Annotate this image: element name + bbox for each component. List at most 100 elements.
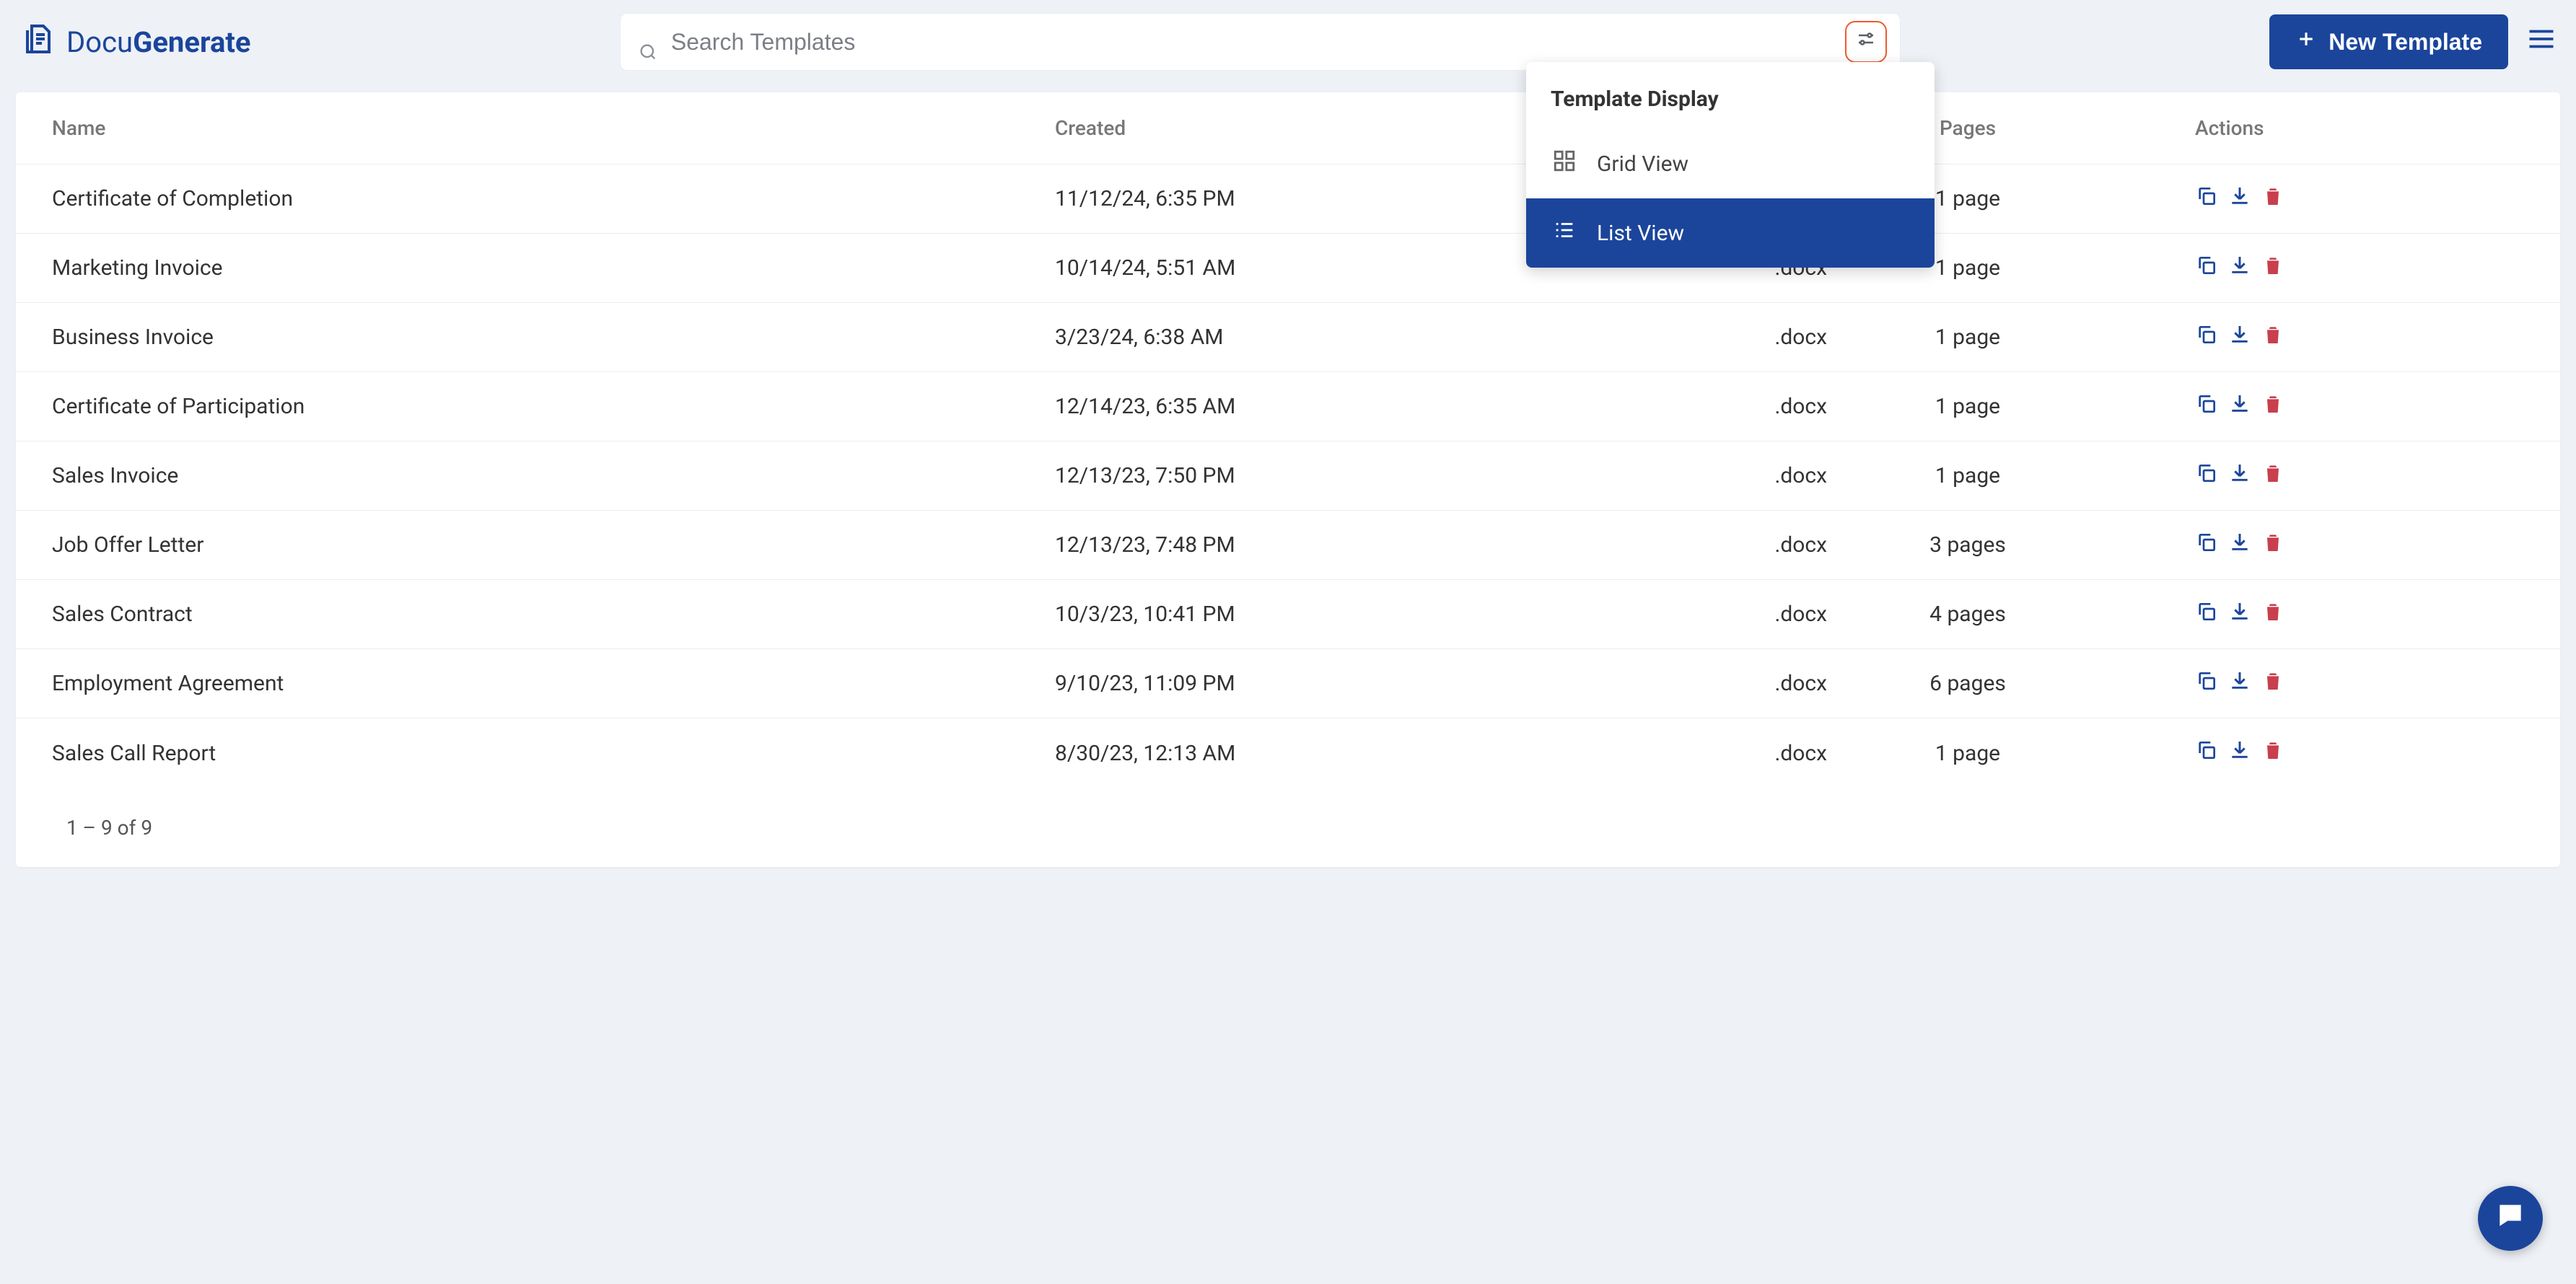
display-popover: Template Display Grid View List View <box>1526 62 1935 268</box>
table-row[interactable]: Sales Call Report 8/30/23, 12:13 AM .doc… <box>16 718 2560 788</box>
row-format: .docx <box>1603 671 1827 696</box>
download-icon <box>2228 323 2251 346</box>
row-name: Sales Contract <box>52 602 1055 627</box>
table-row[interactable]: Job Offer Letter 12/13/23, 7:48 PM .docx… <box>16 511 2560 580</box>
delete-button[interactable] <box>2261 739 2284 768</box>
row-created: 3/23/24, 6:38 AM <box>1055 325 1603 350</box>
download-icon <box>2228 600 2251 623</box>
col-header-actions: Actions <box>2080 116 2524 140</box>
download-button[interactable] <box>2228 185 2251 214</box>
delete-button[interactable] <box>2261 323 2284 352</box>
row-format: .docx <box>1603 741 1827 766</box>
copy-button[interactable] <box>2195 462 2218 491</box>
download-icon <box>2228 531 2251 554</box>
delete-button[interactable] <box>2261 669 2284 698</box>
download-icon <box>2228 739 2251 762</box>
pagination-summary: 1 – 9 of 9 <box>16 788 2560 867</box>
row-actions <box>2080 531 2524 560</box>
table-row[interactable]: Sales Invoice 12/13/23, 7:50 PM .docx 1 … <box>16 441 2560 511</box>
row-pages: 3 pages <box>1827 532 2080 558</box>
brand-logo[interactable]: DocuGenerate <box>14 22 251 62</box>
copy-button[interactable] <box>2195 254 2218 283</box>
delete-button[interactable] <box>2261 531 2284 560</box>
copy-button[interactable] <box>2195 600 2218 629</box>
table-row[interactable]: Sales Contract 10/3/23, 10:41 PM .docx 4… <box>16 580 2560 649</box>
row-created: 12/14/23, 6:35 AM <box>1055 394 1603 419</box>
templates-table: Name Created Pages Actions Certificate o… <box>16 92 2560 867</box>
table-row[interactable]: Employment Agreement 9/10/23, 11:09 PM .… <box>16 649 2560 718</box>
download-button[interactable] <box>2228 254 2251 283</box>
row-pages: 1 page <box>1827 741 2080 766</box>
download-button[interactable] <box>2228 462 2251 491</box>
row-actions <box>2080 185 2524 214</box>
copy-button[interactable] <box>2195 323 2218 352</box>
copy-button[interactable] <box>2195 669 2218 698</box>
table-row[interactable]: Marketing Invoice 10/14/24, 5:51 AM .doc… <box>16 234 2560 303</box>
row-name: Sales Invoice <box>52 463 1055 488</box>
delete-button[interactable] <box>2261 462 2284 491</box>
row-created: 11/12/24, 6:35 PM <box>1055 186 1603 211</box>
chat-launcher[interactable] <box>2478 1186 2543 1251</box>
copy-button[interactable] <box>2195 531 2218 560</box>
download-button[interactable] <box>2228 323 2251 352</box>
download-button[interactable] <box>2228 669 2251 698</box>
brand-text: DocuGenerate <box>66 25 251 59</box>
trash-icon <box>2261 739 2284 762</box>
tune-icon <box>1855 28 1877 56</box>
download-icon <box>2228 185 2251 208</box>
copy-icon <box>2195 323 2218 346</box>
row-name: Certificate of Participation <box>52 394 1055 419</box>
search-input[interactable] <box>671 29 1883 56</box>
row-pages: 1 page <box>1827 325 2080 350</box>
row-actions <box>2080 323 2524 352</box>
plus-icon <box>2295 28 2317 56</box>
row-created: 10/3/23, 10:41 PM <box>1055 602 1603 627</box>
row-actions <box>2080 462 2524 491</box>
grid-view-icon <box>1552 149 1577 179</box>
col-header-created[interactable]: Created <box>1055 116 1603 140</box>
delete-button[interactable] <box>2261 392 2284 421</box>
row-pages: 1 page <box>1827 394 2080 419</box>
trash-icon <box>2261 462 2284 485</box>
trash-icon <box>2261 392 2284 415</box>
popover-grid-view[interactable]: Grid View <box>1526 129 1935 198</box>
row-created: 9/10/23, 11:09 PM <box>1055 671 1603 696</box>
download-button[interactable] <box>2228 531 2251 560</box>
download-button[interactable] <box>2228 392 2251 421</box>
popover-list-view[interactable]: List View <box>1526 198 1935 268</box>
copy-icon <box>2195 185 2218 208</box>
trash-icon <box>2261 531 2284 554</box>
row-format: .docx <box>1603 325 1827 350</box>
delete-button[interactable] <box>2261 600 2284 629</box>
hamburger-icon <box>2528 29 2554 49</box>
copy-icon <box>2195 739 2218 762</box>
copy-icon <box>2195 531 2218 554</box>
delete-button[interactable] <box>2261 185 2284 214</box>
copy-button[interactable] <box>2195 185 2218 214</box>
row-actions <box>2080 739 2524 768</box>
table-row[interactable]: Certificate of Completion 11/12/24, 6:35… <box>16 164 2560 234</box>
delete-button[interactable] <box>2261 254 2284 283</box>
table-row[interactable]: Certificate of Participation 12/14/23, 6… <box>16 372 2560 441</box>
trash-icon <box>2261 600 2284 623</box>
row-format: .docx <box>1603 394 1827 419</box>
row-name: Marketing Invoice <box>52 255 1055 281</box>
row-format: .docx <box>1603 602 1827 627</box>
trash-icon <box>2261 669 2284 692</box>
trash-icon <box>2261 185 2284 208</box>
row-actions <box>2080 254 2524 283</box>
row-pages: 1 page <box>1827 463 2080 488</box>
row-created: 12/13/23, 7:48 PM <box>1055 532 1603 558</box>
download-button[interactable] <box>2228 600 2251 629</box>
new-template-button[interactable]: New Template <box>2269 14 2508 69</box>
download-button[interactable] <box>2228 739 2251 768</box>
table-row[interactable]: Business Invoice 3/23/24, 6:38 AM .docx … <box>16 303 2560 372</box>
copy-button[interactable] <box>2195 739 2218 768</box>
copy-button[interactable] <box>2195 392 2218 421</box>
download-icon <box>2228 392 2251 415</box>
display-options-button[interactable] <box>1845 21 1887 63</box>
download-icon <box>2228 669 2251 692</box>
row-created: 10/14/24, 5:51 AM <box>1055 255 1603 281</box>
col-header-name[interactable]: Name <box>52 116 1055 140</box>
menu-button[interactable] <box>2528 29 2554 55</box>
